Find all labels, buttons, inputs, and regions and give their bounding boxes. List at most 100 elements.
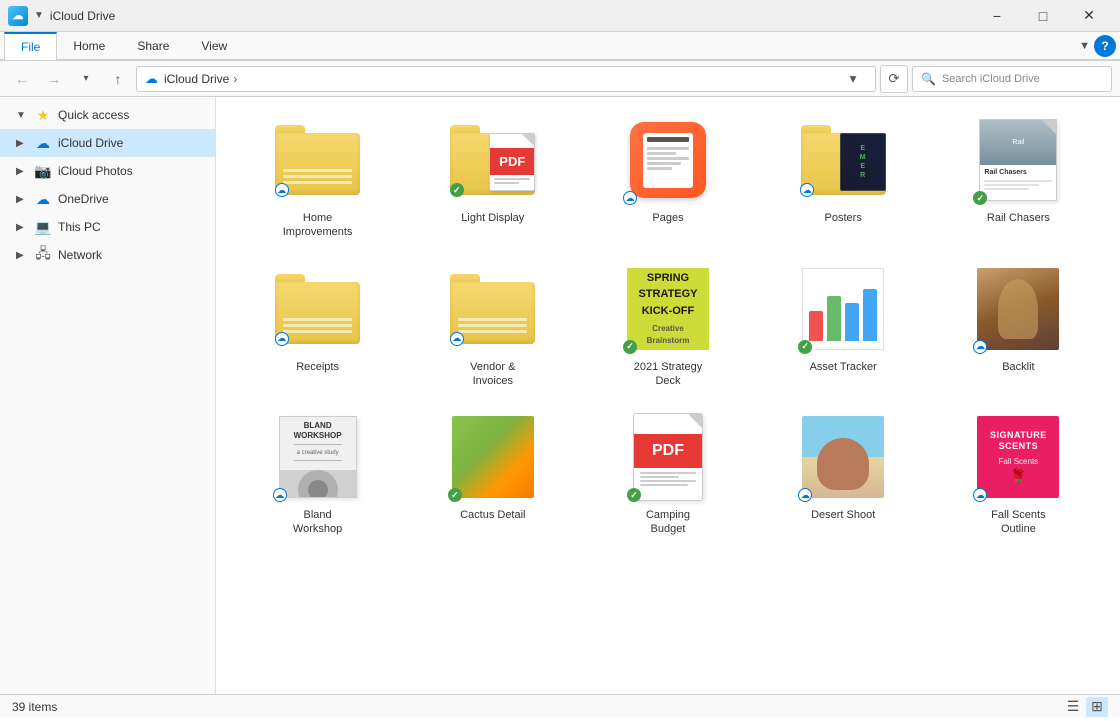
file-thumb-home-improvements: ☁ bbox=[273, 115, 363, 205]
list-view-button[interactable]: ☰ bbox=[1062, 697, 1084, 717]
quick-access-arrow[interactable]: ▼ bbox=[34, 10, 44, 21]
up-button[interactable]: ↑ bbox=[104, 65, 132, 93]
tab-share[interactable]: Share bbox=[121, 33, 185, 59]
file-thumb-vendor: ☁ bbox=[448, 264, 538, 354]
app-icon: ☁ bbox=[8, 6, 28, 26]
list-item[interactable]: ☁ Desert Shoot bbox=[758, 404, 929, 545]
title-bar: ☁ ▼ iCloud Drive − □ ✕ bbox=[0, 0, 1120, 32]
file-name: Pages bbox=[652, 211, 683, 225]
folder-icon bbox=[275, 125, 360, 195]
file-name: Fall ScentsOutline bbox=[991, 508, 1045, 537]
list-item[interactable]: ☁ Vendor &Invoices bbox=[407, 256, 578, 397]
sidebar-label-network: Network bbox=[58, 248, 102, 262]
sync-cloud-icon: ☁ bbox=[798, 488, 812, 502]
sync-cloud-icon: ☁ bbox=[623, 191, 637, 205]
list-item[interactable]: ☁ Pages bbox=[582, 107, 753, 248]
sync-cloud-icon: ☁ bbox=[275, 332, 289, 346]
list-item[interactable]: Rail Rail Chasers ✓ Rail Chasers bbox=[933, 107, 1104, 248]
sync-check-icon: ✓ bbox=[798, 340, 812, 354]
sidebar-item-onedrive[interactable]: ▶ ☁ OneDrive bbox=[0, 185, 215, 213]
forward-button[interactable]: → bbox=[40, 65, 68, 93]
file-thumb-desert: ☁ bbox=[798, 412, 888, 502]
list-item[interactable]: ☁ Backlit bbox=[933, 256, 1104, 397]
expand-arrow-pc: ▶ bbox=[16, 222, 32, 233]
folder-icon-vendor bbox=[450, 274, 535, 344]
list-item[interactable]: ✓ Cactus Detail bbox=[407, 404, 578, 545]
sidebar-item-icloud-drive[interactable]: ▶ ☁ iCloud Drive bbox=[0, 129, 215, 157]
file-name: Light Display bbox=[461, 211, 524, 225]
list-item[interactable]: SIGNATURESCENTS Fall Scents 🌹 ☁ Fall Sce… bbox=[933, 404, 1104, 545]
cloud-icon: ☁ bbox=[34, 134, 52, 152]
minimize-button[interactable]: − bbox=[974, 0, 1020, 32]
sidebar-label-this-pc: This PC bbox=[58, 220, 101, 234]
strategy-thumb: SPRING STRATEGY KICK-OFF CreativeBrainst… bbox=[627, 268, 709, 350]
list-item[interactable]: SPRING STRATEGY KICK-OFF CreativeBrainst… bbox=[582, 256, 753, 397]
pages-app-icon bbox=[630, 122, 706, 198]
folder-icon-receipts bbox=[275, 274, 360, 344]
file-thumb-asset: ✓ bbox=[798, 264, 888, 354]
star-icon: ★ bbox=[34, 106, 52, 124]
file-thumb-cactus: ✓ bbox=[448, 412, 538, 502]
file-name: Receipts bbox=[296, 360, 339, 374]
tab-view[interactable]: View bbox=[185, 33, 243, 59]
expand-arrow-onedrive: ▶ bbox=[16, 194, 32, 205]
list-item[interactable]: PDF ✓ Light Display bbox=[407, 107, 578, 248]
list-item[interactable]: ☁ HomeImprovements bbox=[232, 107, 403, 248]
asset-thumb bbox=[802, 268, 884, 350]
expand-arrow-photos: ▶ bbox=[16, 166, 32, 177]
sync-check-icon: ✓ bbox=[973, 191, 987, 205]
sidebar-label-onedrive: OneDrive bbox=[58, 192, 109, 206]
file-thumb-bland: BLANDWORKSHOP ————————a creative study——… bbox=[273, 412, 363, 502]
ribbon: File Home Share View ▼ ? bbox=[0, 32, 1120, 61]
file-name: Desert Shoot bbox=[811, 508, 875, 522]
close-button[interactable]: ✕ bbox=[1066, 0, 1112, 32]
sidebar-item-icloud-photos[interactable]: ▶ 📷 iCloud Photos bbox=[0, 157, 215, 185]
cactus-thumb bbox=[452, 416, 534, 498]
icon-view-button[interactable]: ⊞ bbox=[1086, 697, 1108, 717]
list-item[interactable]: BLANDWORKSHOP ————————a creative study——… bbox=[232, 404, 403, 545]
rail-doc-thumb: Rail Rail Chasers bbox=[979, 119, 1057, 201]
list-item[interactable]: EMER ☁ Posters bbox=[758, 107, 929, 248]
file-area: ☁ HomeImprovements PDF bbox=[216, 97, 1120, 694]
refresh-button[interactable]: ⟳ bbox=[880, 65, 908, 93]
file-name: Vendor &Invoices bbox=[470, 360, 515, 389]
pc-icon: 💻 bbox=[34, 218, 52, 236]
search-box[interactable]: 🔍 Search iCloud Drive bbox=[912, 66, 1112, 92]
tab-home[interactable]: Home bbox=[57, 33, 121, 59]
address-input[interactable]: ☁ iCloud Drive › ▾ bbox=[136, 66, 876, 92]
ribbon-tabs: File Home Share View ▼ ? bbox=[0, 32, 1120, 60]
back-button[interactable]: ← bbox=[8, 65, 36, 93]
search-icon: 🔍 bbox=[921, 72, 936, 86]
file-thumb-camping: PDF ✓ bbox=[623, 412, 713, 502]
file-thumb-pages: ☁ bbox=[623, 115, 713, 205]
recent-locations-button[interactable]: ▾ bbox=[72, 65, 100, 93]
sidebar-label-icloud-photos: iCloud Photos bbox=[58, 164, 133, 178]
file-name: 2021 StrategyDeck bbox=[634, 360, 703, 389]
file-name: CampingBudget bbox=[646, 508, 690, 537]
file-thumb-light-display: PDF ✓ bbox=[448, 115, 538, 205]
file-thumb-rail-chasers: Rail Rail Chasers ✓ bbox=[973, 115, 1063, 205]
file-name: HomeImprovements bbox=[283, 211, 353, 240]
maximize-button[interactable]: □ bbox=[1020, 0, 1066, 32]
expand-arrow-network: ▶ bbox=[16, 250, 32, 261]
list-item[interactable]: ☁ Receipts bbox=[232, 256, 403, 397]
help-button[interactable]: ? bbox=[1094, 35, 1116, 57]
address-dropdown-button[interactable]: ▾ bbox=[839, 66, 867, 92]
list-item[interactable]: ✓ Asset Tracker bbox=[758, 256, 929, 397]
address-cloud-icon: ☁ bbox=[145, 71, 158, 87]
sync-check-icon: ✓ bbox=[450, 183, 464, 197]
photos-icon: 📷 bbox=[34, 162, 52, 180]
status-bar: 39 items ☰ ⊞ bbox=[0, 694, 1120, 718]
ribbon-expand-icon[interactable]: ▼ bbox=[1075, 36, 1094, 56]
sidebar-item-this-pc[interactable]: ▶ 💻 This PC bbox=[0, 213, 215, 241]
sidebar-item-network[interactable]: ▶ 🖧 Network bbox=[0, 241, 215, 269]
bland-thumb: BLANDWORKSHOP ————————a creative study——… bbox=[279, 416, 357, 498]
sync-check-icon: ✓ bbox=[448, 488, 462, 502]
list-item[interactable]: PDF ✓ CampingBudget bbox=[582, 404, 753, 545]
tab-file[interactable]: File bbox=[4, 32, 57, 60]
signature-thumb: SIGNATURESCENTS Fall Scents 🌹 bbox=[977, 416, 1059, 498]
network-icon: 🖧 bbox=[34, 246, 52, 264]
view-buttons: ☰ ⊞ bbox=[1062, 697, 1108, 717]
address-bar: ← → ▾ ↑ ☁ iCloud Drive › ▾ ⟳ 🔍 Search iC… bbox=[0, 61, 1120, 97]
sidebar-item-quick-access[interactable]: ▼ ★ Quick access bbox=[0, 101, 215, 129]
